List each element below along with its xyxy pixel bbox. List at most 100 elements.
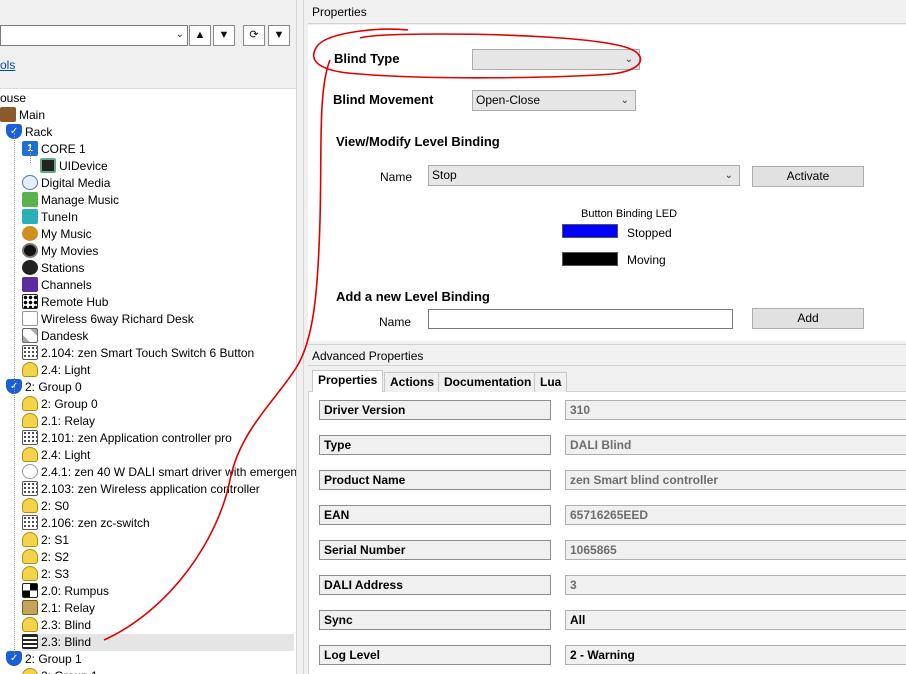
led-title: Button Binding LED: [581, 208, 678, 220]
tree-node-label: Main: [19, 108, 46, 122]
tree-node[interactable]: 2: Group 1: [6, 651, 82, 668]
led-stopped-swatch[interactable]: [562, 224, 618, 238]
tree-node[interactable]: 2.101: zen Application controller pro: [22, 430, 232, 447]
add-binding-title: Add a new Level Binding: [336, 289, 490, 304]
tree-node-label: 2.3: Blind: [41, 635, 92, 649]
tree-node[interactable]: 2.0: Rumpus: [22, 583, 109, 600]
activate-button[interactable]: Activate: [752, 166, 864, 187]
tab-actions[interactable]: Actions: [384, 372, 441, 392]
tree-node[interactable]: Dandesk: [22, 328, 88, 345]
tree-node[interactable]: 2.3: Blind: [22, 617, 91, 634]
tree-node-label: 2.106: zen zc-switch: [41, 516, 150, 530]
tree-node[interactable]: 2: S0: [22, 498, 69, 515]
tree-node[interactable]: 2: S3: [22, 566, 69, 583]
pane-splitter[interactable]: [296, 0, 304, 674]
tree-node[interactable]: Manage Music: [22, 192, 119, 209]
keypad-icon: [22, 345, 38, 361]
property-value[interactable]: zen Smart blind controller: [565, 470, 906, 490]
tree-node-label: Remote Hub: [41, 295, 109, 309]
led-moving-swatch[interactable]: [562, 252, 618, 266]
tree-node[interactable]: ouse: [0, 90, 26, 107]
music-icon: [22, 226, 38, 242]
tree-node[interactable]: 2.4.1: zen 40 W DALI smart driver with e…: [22, 464, 296, 481]
blind-type-select[interactable]: ⌄: [472, 49, 640, 70]
tree-node-label: 2: Group 1: [41, 669, 98, 674]
property-value[interactable]: 1065865: [565, 540, 906, 560]
tree-node[interactable]: Main: [0, 107, 45, 124]
tree-node[interactable]: Rack: [6, 124, 52, 141]
tree-node[interactable]: 2.104: zen Smart Touch Switch 6 Button: [22, 345, 254, 362]
add-name-input[interactable]: [428, 309, 733, 329]
property-value[interactable]: 3: [565, 575, 906, 595]
tree-node[interactable]: 2: S1: [22, 532, 69, 549]
tree-node[interactable]: 1 CORE 1: [22, 141, 86, 158]
tree-node[interactable]: Remote Hub: [22, 294, 108, 311]
tree-node[interactable]: 2: S2: [22, 549, 69, 566]
chevron-up-icon: ▲: [194, 29, 206, 41]
channels-icon: [22, 277, 38, 293]
tools-link[interactable]: ols: [0, 58, 15, 72]
tree-node[interactable]: UIDevice: [40, 158, 108, 175]
tree-node[interactable]: 2.103: zen Wireless application controll…: [22, 481, 260, 498]
tree-node-label: 2: Group 0: [25, 380, 82, 394]
tree-node[interactable]: Wireless 6way Richard Desk: [22, 311, 194, 328]
tree-node-label: Manage Music: [41, 193, 120, 207]
property-key: DALI Address: [319, 575, 551, 595]
keypad-icon: [22, 430, 38, 446]
tree-node[interactable]: 2.1: Relay: [22, 413, 95, 430]
tree-node[interactable]: 2: Group 0: [6, 379, 82, 396]
chevron-down-icon: ⌄: [620, 95, 629, 106]
advanced-properties-title: Advanced Properties: [312, 349, 424, 363]
refresh-icon: ⟳: [249, 29, 259, 41]
tree-node[interactable]: My Movies: [22, 243, 98, 260]
view-modify-title: View/Modify Level Binding: [336, 134, 500, 149]
tree-node[interactable]: Stations: [22, 260, 84, 277]
filter-button[interactable]: ▼: [268, 25, 290, 46]
light-icon: [22, 566, 38, 582]
properties-header: Properties: [308, 0, 906, 24]
properties-pane: Properties Blind Type ⌄ Blind Movement O…: [304, 0, 906, 674]
tree-node[interactable]: TuneIn: [22, 209, 78, 226]
light-icon: [22, 396, 38, 412]
ui-device-icon: [40, 158, 56, 174]
light-icon: [22, 447, 38, 463]
project-tree-pane: ⌄ ▲ ▼ ⟳ ▼ ols ouse Main Rack 1CORE 1UIDevic…: [0, 0, 296, 674]
tab-properties[interactable]: Properties: [312, 370, 384, 393]
tree-node-label: 2: Group 1: [25, 652, 82, 666]
tree-node-label: 2.4: Light: [41, 448, 91, 462]
tree-node-label: 2: S1: [41, 533, 70, 547]
tree-node[interactable]: 2: Group 1: [22, 668, 98, 674]
tree-filter-combo[interactable]: ⌄: [0, 25, 188, 46]
tree-node[interactable]: My Music: [22, 226, 92, 243]
property-value[interactable]: DALI Blind: [565, 435, 906, 455]
tree-node-label: Channels: [41, 278, 92, 292]
chevron-down-icon: ▼: [218, 29, 230, 41]
blind-movement-select[interactable]: Open-Close ⌄: [472, 90, 636, 111]
tree-node[interactable]: 2.1: Relay: [22, 600, 95, 617]
property-value[interactable]: 2 - Warning: [565, 645, 906, 665]
move-up-button[interactable]: ▲: [189, 25, 211, 46]
binding-name-select[interactable]: Stop ⌄: [428, 165, 740, 186]
tree-node-label: Rack: [25, 125, 53, 139]
chevron-down-icon: ⌄: [175, 29, 184, 40]
tree-node[interactable]: 2.4: Light: [22, 447, 90, 464]
tree-node[interactable]: 2: Group 0: [22, 396, 98, 413]
property-value[interactable]: All: [565, 610, 906, 630]
refresh-button[interactable]: ⟳: [243, 25, 265, 46]
property-value[interactable]: 65716265EED: [565, 505, 906, 525]
tree-node[interactable]: Channels: [22, 277, 92, 294]
tunein-icon: [22, 209, 38, 225]
light-icon: [22, 362, 38, 378]
tree-node-label: Stations: [41, 261, 85, 275]
tree-node[interactable]: 2.3: Blind: [22, 634, 294, 651]
manage-music-icon: [22, 192, 38, 208]
move-down-button[interactable]: ▼: [213, 25, 235, 46]
tree-node[interactable]: Digital Media: [22, 175, 110, 192]
tree-node-label: 2.101: zen Application controller pro: [41, 431, 232, 445]
tree-node[interactable]: 2.4: Light: [22, 362, 90, 379]
tree-node[interactable]: 2.106: zen zc-switch: [22, 515, 150, 532]
property-value[interactable]: 310: [565, 400, 906, 420]
tab-documentation[interactable]: Documentation: [438, 372, 538, 392]
tab-lua[interactable]: Lua: [534, 372, 568, 392]
add-button[interactable]: Add: [752, 308, 864, 329]
